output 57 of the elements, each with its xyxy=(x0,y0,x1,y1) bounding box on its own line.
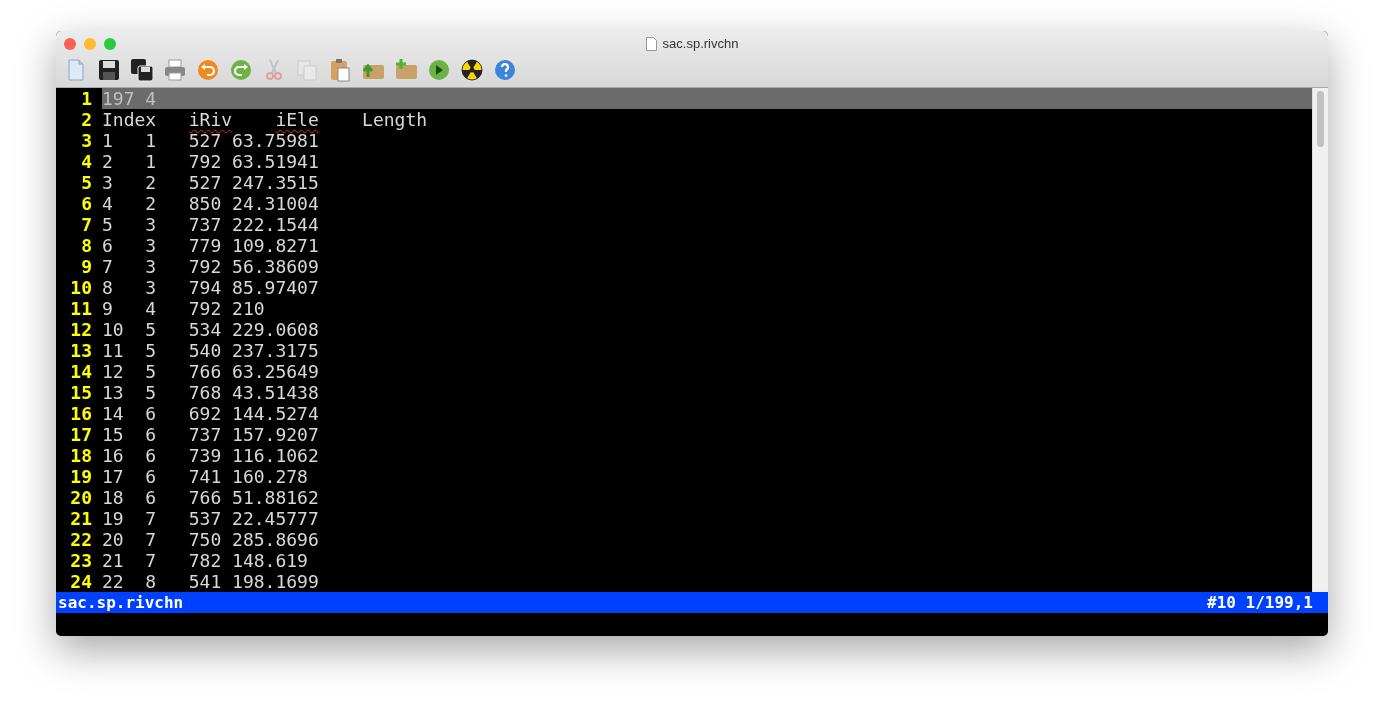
code-line: 1 1 527 63.75981 xyxy=(102,130,320,151)
line-number: 23 xyxy=(69,550,93,571)
radiation-button[interactable] xyxy=(458,56,486,84)
window-title: sac.sp.rivchn xyxy=(662,36,739,51)
line-number: 17 xyxy=(69,424,93,445)
line-number: 24 xyxy=(69,571,93,592)
code-line: 11 5 540 237.3175 xyxy=(102,340,320,361)
code-line: 7 3 792 56.38609 xyxy=(102,256,320,277)
scrollbar[interactable] xyxy=(1312,88,1328,592)
code-line: 16 6 739 116.1062 xyxy=(102,445,320,466)
code-line: 13 5 768 43.51438 xyxy=(102,382,320,403)
line-number: 7 xyxy=(80,214,93,235)
code-line: 19 7 537 22.45777 xyxy=(102,508,320,529)
line-number: 20 xyxy=(69,487,93,508)
document-icon xyxy=(645,36,657,51)
line-number: 13 xyxy=(69,340,93,361)
line-number: 8 xyxy=(80,235,93,256)
code-line: 20 7 750 285.8696 xyxy=(102,529,320,550)
line-number: 19 xyxy=(69,466,93,487)
code-line: 17 6 741 160.278 xyxy=(102,466,309,487)
code-line: 3 2 527 247.3515 xyxy=(102,172,320,193)
line-number: 14 xyxy=(69,361,93,382)
save-all-button[interactable] xyxy=(128,56,156,84)
line-number: 11 xyxy=(69,298,93,319)
code-line: 6 3 779 109.8271 xyxy=(102,235,320,256)
line-number: 9 xyxy=(80,256,93,277)
line-number: 4 xyxy=(80,151,93,172)
code-line: 12 5 766 63.25649 xyxy=(102,361,320,382)
line-number: 3 xyxy=(80,130,93,151)
line-number: 10 xyxy=(69,277,93,298)
code-line: Index iRiv iEle Length xyxy=(102,109,429,130)
code-line: 21 7 782 148.619 xyxy=(102,550,309,571)
line-number: 2 xyxy=(80,109,93,130)
zoom-button[interactable] xyxy=(104,37,116,50)
cursor-position: #10 1/199,1 xyxy=(1207,593,1313,612)
line-number: 5 xyxy=(80,172,93,193)
line-number: 12 xyxy=(69,319,93,340)
line-number: 22 xyxy=(69,529,93,550)
line-number: 18 xyxy=(69,445,93,466)
code-line: 2 1 792 63.51941 xyxy=(102,151,320,172)
file-name: sac.sp.rivchn xyxy=(58,593,184,612)
minimize-button[interactable] xyxy=(84,37,96,50)
line-number: 16 xyxy=(69,403,93,424)
code-line: 5 3 737 222.1544 xyxy=(102,214,320,235)
code-line: 9 4 792 210 xyxy=(102,298,266,319)
code-line: 8 3 794 85.97407 xyxy=(102,277,320,298)
code-line: 10 5 534 229.0608 xyxy=(102,319,320,340)
line-number: 15 xyxy=(69,382,93,403)
line-number: 1 xyxy=(80,88,93,109)
code-line: 14 6 692 144.5274 xyxy=(102,403,320,424)
close-button[interactable] xyxy=(64,37,76,50)
code-line: 4 2 850 24.31004 xyxy=(102,193,320,214)
line-number: 6 xyxy=(80,193,93,214)
code-line: 22 8 541 198.1699 xyxy=(102,571,320,592)
line-number: 21 xyxy=(69,508,93,529)
code-line: 15 6 737 157.9207 xyxy=(102,424,320,445)
code-line: 18 6 766 51.88162 xyxy=(102,487,320,508)
